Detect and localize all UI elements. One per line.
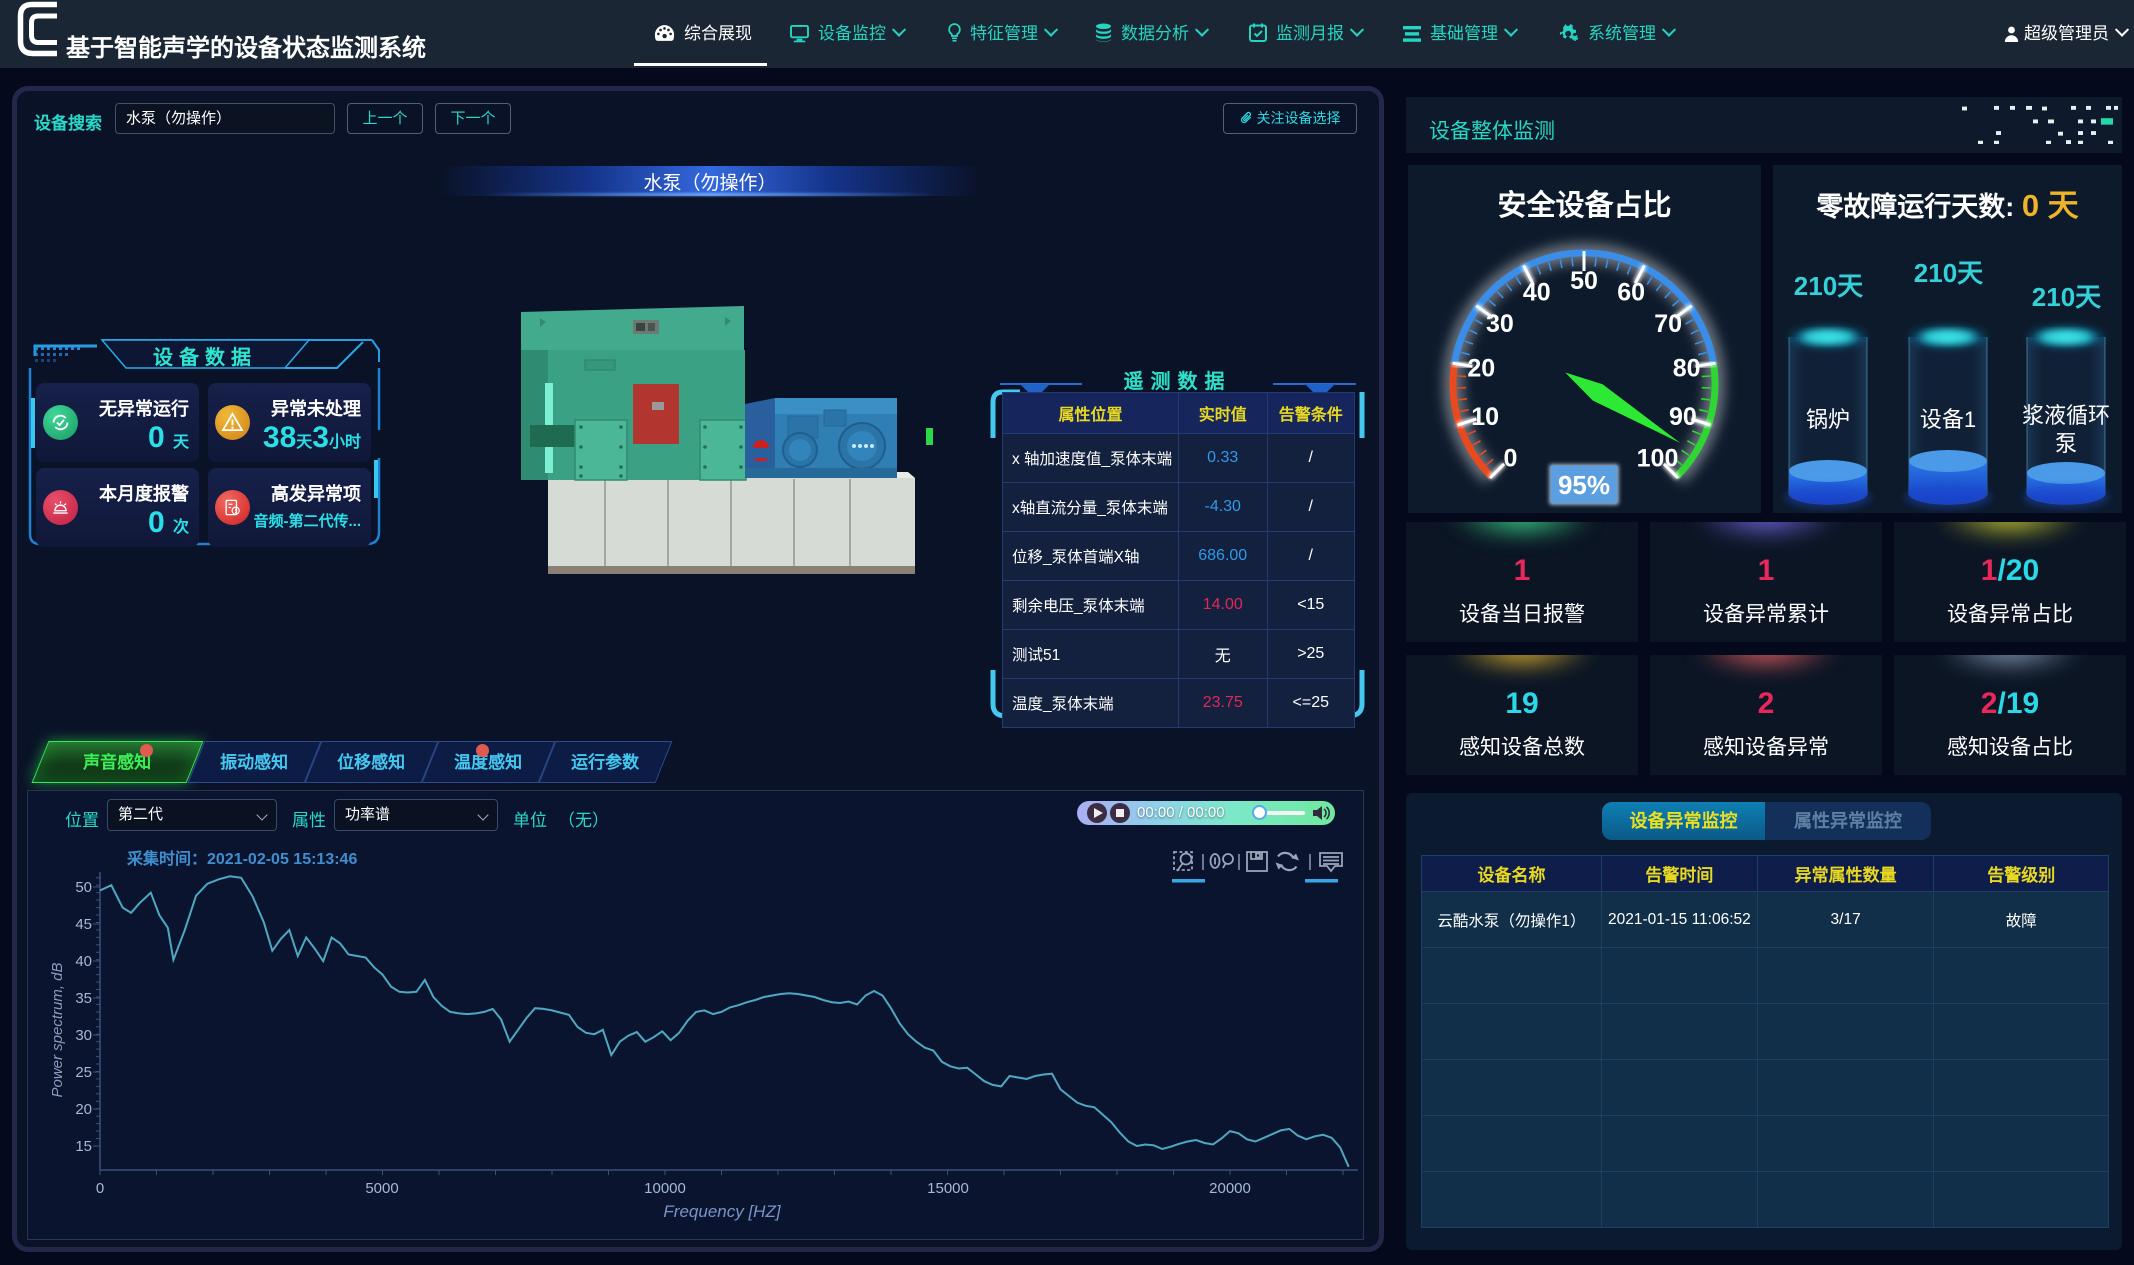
svg-text:0: 0	[96, 1180, 104, 1197]
svg-text:90: 90	[1669, 403, 1697, 431]
svg-text:20: 20	[1467, 355, 1495, 383]
svg-text:20: 20	[75, 1101, 92, 1118]
svg-text:70: 70	[1654, 310, 1682, 338]
svg-text:15: 15	[75, 1138, 92, 1155]
svg-text:40: 40	[1523, 278, 1551, 306]
svg-text:10: 10	[1471, 403, 1499, 431]
svg-text:锅炉: 锅炉	[1806, 407, 1850, 432]
svg-text:设备1: 设备1	[1920, 407, 1976, 432]
svg-text:10000: 10000	[644, 1180, 686, 1197]
svg-text:45: 45	[75, 916, 92, 933]
svg-text:Power spectrum, dB: Power spectrum, dB	[49, 962, 66, 1097]
svg-text:25: 25	[75, 1064, 92, 1081]
svg-text:35: 35	[75, 990, 92, 1007]
svg-text:100: 100	[1637, 445, 1679, 473]
svg-text:浆液循环: 浆液循环	[2022, 403, 2110, 428]
svg-text:30: 30	[75, 1027, 92, 1044]
svg-text:15000: 15000	[927, 1180, 969, 1197]
svg-text:0: 0	[1504, 445, 1518, 473]
svg-text:5000: 5000	[365, 1180, 398, 1197]
svg-text:泵: 泵	[2055, 431, 2077, 456]
svg-text:30: 30	[1486, 310, 1514, 338]
svg-text:60: 60	[1617, 278, 1645, 306]
svg-text:95%: 95%	[1558, 470, 1610, 500]
svg-text:Frequency [HZ]: Frequency [HZ]	[663, 1202, 781, 1221]
svg-text:50: 50	[75, 879, 92, 896]
svg-text:20000: 20000	[1209, 1180, 1251, 1197]
svg-text:50: 50	[1570, 267, 1598, 295]
svg-text:40: 40	[75, 953, 92, 970]
svg-text:80: 80	[1673, 355, 1701, 383]
